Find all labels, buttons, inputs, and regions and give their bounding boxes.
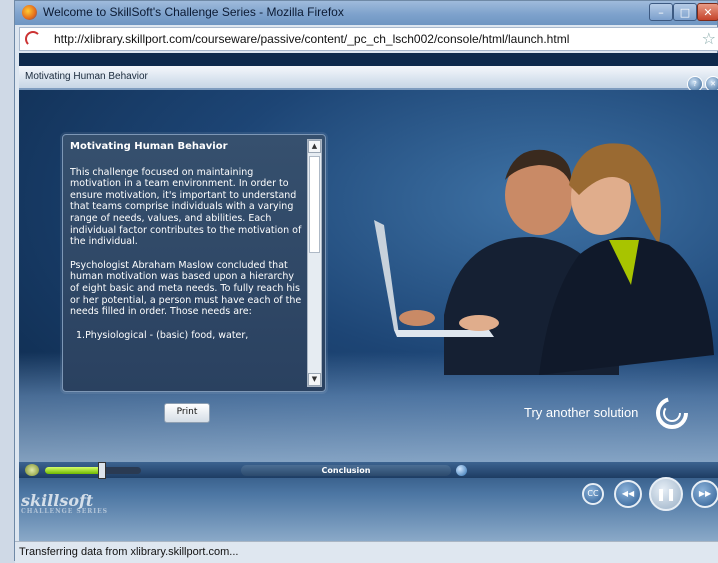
try-another-solution-label[interactable]: Try another solution <box>524 405 638 420</box>
close-button[interactable]: ✕ <box>697 3 718 21</box>
scroll-down-button[interactable]: ▼ <box>308 373 321 386</box>
volume-icon[interactable] <box>25 464 39 476</box>
panel-title: Motivating Human Behavior <box>70 141 228 152</box>
info-panel: Motivating Human Behavior This challenge… <box>62 134 326 392</box>
volume-knob[interactable] <box>97 462 106 479</box>
minimize-button[interactable]: – <box>649 3 673 21</box>
panel-paragraph: 1.Physiological - (basic) food, water, <box>76 329 249 341</box>
address-bar[interactable]: http://xlibrary.skillport.com/courseware… <box>19 27 718 51</box>
status-text: Transferring data from xlibrary.skillpor… <box>19 546 239 558</box>
info-panel-text: Motivating Human Behavior This challenge… <box>70 141 306 381</box>
skillsoft-logo: skillsoft CHALLENGE SERIES <box>21 491 108 515</box>
people-illustration <box>374 143 714 375</box>
back-button[interactable]: ◀◀ <box>614 480 642 508</box>
section-label: Conclusion <box>241 465 451 476</box>
scroll-thumb[interactable] <box>309 156 320 253</box>
forward-button[interactable]: ▶▶ <box>691 480 718 508</box>
window-title: Welcome to SkillSoft's Challenge Series … <box>43 5 344 19</box>
panel-paragraph: Psychologist Abraham Maslow concluded th… <box>70 259 302 318</box>
print-button[interactable]: Print <box>164 403 210 423</box>
panel-paragraph: This challenge focused on maintaining mo… <box>70 166 302 248</box>
url-text[interactable]: http://xlibrary.skillport.com/courseware… <box>54 32 569 46</box>
scroll-up-button[interactable]: ▲ <box>308 140 321 153</box>
volume-slider[interactable] <box>45 462 141 479</box>
bookmark-star-icon[interactable]: ☆ <box>702 29 716 48</box>
panel-scrollbar[interactable]: ▲ ▼ <box>307 139 322 387</box>
closed-caption-button[interactable]: CC <box>582 483 604 505</box>
progress-marker-icon[interactable] <box>456 465 467 476</box>
logo-series: CHALLENGE SERIES <box>21 508 108 515</box>
browser-window: Welcome to SkillSoft's Challenge Series … <box>14 0 718 563</box>
firefox-icon <box>22 5 37 20</box>
course-header: Motivating Human Behavior <box>19 66 718 90</box>
title-bar: Welcome to SkillSoft's Challenge Series … <box>15 1 718 25</box>
course-player: Motivating Human Behavior ? ✕ Motivating… <box>19 53 718 541</box>
try-again-icon[interactable] <box>655 396 689 430</box>
scene-background: Motivating Human Behavior This challenge… <box>19 90 718 462</box>
status-bar: Transferring data from xlibrary.skillpor… <box>15 541 718 563</box>
pause-button[interactable]: ❚❚ <box>649 477 683 511</box>
volume-fill <box>45 467 101 474</box>
maximize-button[interactable]: □ <box>673 3 697 21</box>
course-header-title: Motivating Human Behavior <box>25 71 148 82</box>
loading-icon <box>25 31 41 47</box>
